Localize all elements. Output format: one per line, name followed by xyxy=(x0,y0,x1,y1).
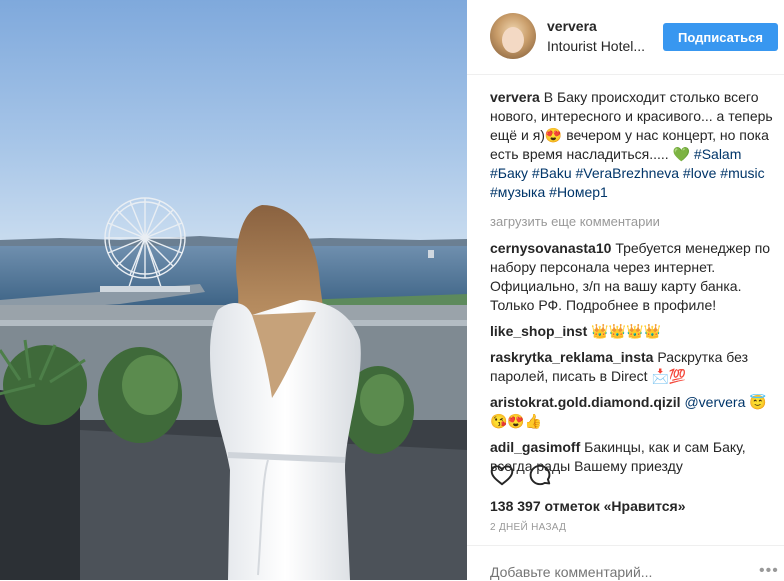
add-comment-bar: ••• xyxy=(467,545,784,581)
location-link[interactable]: Intourist Hotel... xyxy=(547,38,645,54)
caption: ververa В Баку происходит столько всего … xyxy=(490,88,780,202)
comment-item: like_shop_inst 👑👑👑👑 xyxy=(490,322,780,341)
add-comment-input[interactable] xyxy=(490,564,690,580)
post-photo[interactable] xyxy=(0,0,467,580)
avatar[interactable] xyxy=(490,13,536,59)
caption-author[interactable]: ververa xyxy=(490,89,540,105)
comment-author[interactable]: raskrytka_reklama_insta xyxy=(490,349,653,365)
follow-button[interactable]: Подписаться xyxy=(663,23,778,51)
more-options-icon[interactable]: ••• xyxy=(759,562,779,580)
load-more-comments[interactable]: загрузить еще комментарии xyxy=(490,212,780,231)
comments-list: ververa В Баку происходит столько всего … xyxy=(490,88,780,483)
comment-mention[interactable]: @ververa xyxy=(684,394,745,410)
comment-author[interactable]: adil_gasimoff xyxy=(490,439,580,455)
comment-text: 👑👑👑👑 xyxy=(591,323,661,339)
comment-icon[interactable] xyxy=(527,462,553,488)
post-actions xyxy=(489,462,779,488)
post-header: ververa Intourist Hotel... Подписаться xyxy=(467,0,784,75)
post-date[interactable]: 2 ДНЕЙ НАЗАД xyxy=(490,522,566,533)
comment-author[interactable]: cernysovanasta10 xyxy=(490,240,611,256)
likes-count[interactable]: 138 397 отметок «Нравится» xyxy=(490,498,686,514)
author-username[interactable]: ververa xyxy=(547,18,597,34)
comment-item: aristokrat.gold.diamond.qizil @ververa 😇… xyxy=(490,393,780,431)
comment-author[interactable]: like_shop_inst xyxy=(490,323,587,339)
comment-item: cernysovanasta10 Требуется менеджер по н… xyxy=(490,239,780,315)
comment-item: raskrytka_reklama_insta Раскрутка без па… xyxy=(490,348,780,386)
photo-image xyxy=(0,0,467,580)
instagram-post: ververa Intourist Hotel... Подписаться v… xyxy=(0,0,784,580)
heart-icon[interactable] xyxy=(489,462,515,488)
comment-author[interactable]: aristokrat.gold.diamond.qizil xyxy=(490,394,681,410)
post-side-panel: ververa Intourist Hotel... Подписаться v… xyxy=(467,0,784,580)
